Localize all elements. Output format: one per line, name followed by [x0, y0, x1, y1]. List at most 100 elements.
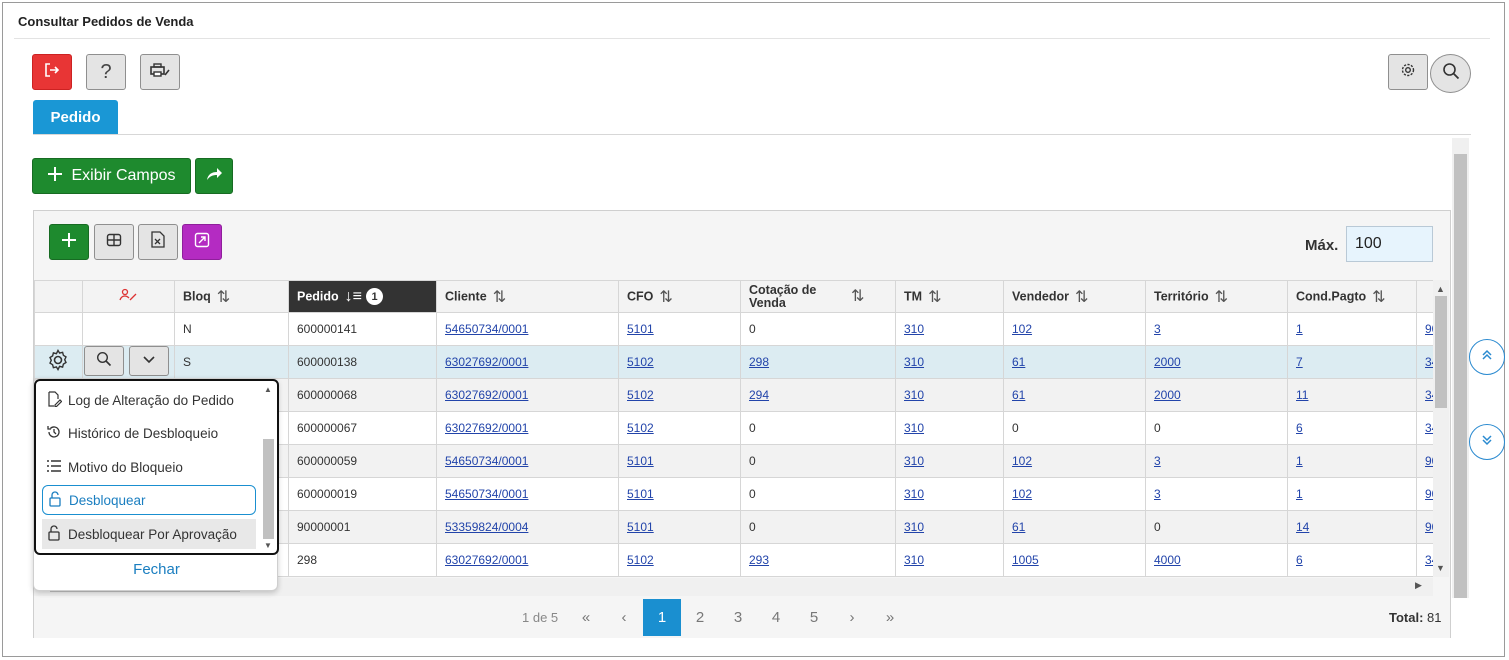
- col-vendedor-header[interactable]: Vendedor ⇅: [1003, 280, 1146, 313]
- columns-button[interactable]: [94, 224, 134, 260]
- vendedor-link[interactable]: 61: [1012, 520, 1025, 534]
- menu-item-historico-desbloqueio[interactable]: Histórico de Desbloqueio: [42, 418, 256, 448]
- first-page-button[interactable]: «: [567, 599, 605, 636]
- cfo-link[interactable]: 5101: [627, 454, 654, 468]
- cond-pagto-link[interactable]: 1: [1296, 322, 1303, 336]
- vendedor-link[interactable]: 102: [1012, 487, 1032, 501]
- extra-link[interactable]: 90: [1425, 487, 1433, 501]
- sort-desc-icon[interactable]: ↓≡: [345, 288, 362, 305]
- cfo-link[interactable]: 5102: [627, 421, 654, 435]
- col-cliente-header[interactable]: Cliente ⇅: [436, 280, 619, 313]
- vendedor-link[interactable]: 102: [1012, 322, 1032, 336]
- share-button[interactable]: [195, 158, 233, 194]
- tab-pedido[interactable]: Pedido: [33, 100, 118, 134]
- territorio-link[interactable]: 3: [1154, 454, 1161, 468]
- menu-scrollbar[interactable]: ▲ ▼: [261, 383, 276, 553]
- vendedor-link[interactable]: 61: [1012, 388, 1025, 402]
- extra-link[interactable]: 34: [1425, 421, 1433, 435]
- add-row-button[interactable]: [49, 224, 89, 260]
- cfo-link[interactable]: 5101: [627, 322, 654, 336]
- sort-icon[interactable]: ⇅: [659, 289, 672, 306]
- territorio-link[interactable]: 4000: [1154, 553, 1181, 567]
- next-page-button[interactable]: ›: [833, 599, 871, 636]
- extra-link[interactable]: 34: [1425, 388, 1433, 402]
- help-button[interactable]: ?: [86, 54, 126, 90]
- page-5-button[interactable]: 5: [795, 599, 833, 636]
- expand-button[interactable]: [182, 224, 222, 260]
- scroll-up-button[interactable]: [1469, 339, 1505, 375]
- cliente-link[interactable]: 54650734/0001: [445, 454, 528, 468]
- tm-link[interactable]: 310: [904, 520, 924, 534]
- extra-link[interactable]: 34: [1425, 355, 1433, 369]
- menu-item-desbloquear[interactable]: Desbloquear: [42, 485, 256, 515]
- cond-pagto-link[interactable]: 7: [1296, 355, 1303, 369]
- cfo-link[interactable]: 5102: [627, 355, 654, 369]
- menu-item-log-alteracao[interactable]: Log de Alteração do Pedido: [42, 385, 256, 415]
- extra-link[interactable]: 90: [1425, 520, 1433, 534]
- page-1-button[interactable]: 1: [643, 599, 681, 636]
- cotacao-link[interactable]: 298: [749, 355, 769, 369]
- page-scrollbar[interactable]: [1452, 138, 1469, 598]
- table-row-selected[interactable]: S 600000138 63027692/0001 5102 298 310 61…: [34, 345, 1433, 379]
- menu-item-motivo-bloqueio[interactable]: Motivo do Bloqueio: [42, 452, 256, 482]
- territorio-link[interactable]: 3: [1154, 322, 1161, 336]
- col-cfo-header[interactable]: CFO ⇅: [618, 280, 741, 313]
- cliente-link[interactable]: 63027692/0001: [445, 553, 528, 567]
- tm-link[interactable]: 310: [904, 421, 924, 435]
- row-settings-button[interactable]: [38, 347, 78, 377]
- col-pedido-header[interactable]: Pedido ↓≡ 1: [288, 280, 437, 313]
- cond-pagto-link[interactable]: 1: [1296, 454, 1303, 468]
- cond-pagto-link[interactable]: 14: [1296, 520, 1309, 534]
- tm-link[interactable]: 310: [904, 454, 924, 468]
- last-page-button[interactable]: »: [871, 599, 909, 636]
- tm-link[interactable]: 310: [904, 355, 924, 369]
- cliente-link[interactable]: 54650734/0001: [445, 487, 528, 501]
- col-territorio-header[interactable]: Território ⇅: [1145, 280, 1288, 313]
- exibir-campos-button[interactable]: Exibir Campos: [32, 158, 191, 194]
- cfo-link[interactable]: 5101: [627, 487, 654, 501]
- cotacao-link[interactable]: 294: [749, 388, 769, 402]
- row-view-button[interactable]: [84, 346, 124, 376]
- sort-icon[interactable]: ⇅: [1075, 289, 1088, 306]
- sort-icon[interactable]: ⇅: [1372, 289, 1385, 306]
- grid-scrollbar[interactable]: ▲ ▼: [1433, 280, 1449, 577]
- table-row[interactable]: N 600000141 54650734/0001 5101 0 310 102 …: [34, 312, 1433, 346]
- tm-link[interactable]: 310: [904, 322, 924, 336]
- cliente-link[interactable]: 63027692/0001: [445, 388, 528, 402]
- cond-pagto-link[interactable]: 1: [1296, 487, 1303, 501]
- territorio-link[interactable]: 2000: [1154, 355, 1181, 369]
- settings-button[interactable]: [1388, 54, 1428, 90]
- cfo-link[interactable]: 5102: [627, 553, 654, 567]
- close-menu-button[interactable]: Fechar: [34, 561, 279, 578]
- search-button[interactable]: [1430, 54, 1471, 93]
- col-cond-pagto-header[interactable]: Cond.Pagto ⇅: [1287, 280, 1417, 313]
- sort-icon[interactable]: ⇅: [493, 289, 506, 306]
- extra-link[interactable]: 90: [1425, 322, 1433, 336]
- col-cotacao-header[interactable]: Cotação de Venda ⇅: [740, 280, 896, 313]
- page-4-button[interactable]: 4: [757, 599, 795, 636]
- cliente-link[interactable]: 63027692/0001: [445, 355, 528, 369]
- extra-link[interactable]: 90: [1425, 454, 1433, 468]
- vendedor-link[interactable]: 1005: [1012, 553, 1039, 567]
- export-excel-button[interactable]: [138, 224, 178, 260]
- print-button[interactable]: [140, 54, 180, 90]
- max-input[interactable]: [1346, 226, 1433, 262]
- scroll-down-button[interactable]: [1469, 424, 1505, 460]
- cliente-link[interactable]: 54650734/0001: [445, 322, 528, 336]
- sort-icon[interactable]: ⇅: [217, 289, 230, 306]
- col-tm-header[interactable]: TM ⇅: [895, 280, 1004, 313]
- menu-item-desbloquear-aprovacao[interactable]: Desbloquear Por Aprovação: [42, 519, 256, 549]
- vendedor-link[interactable]: 61: [1012, 355, 1025, 369]
- sort-icon[interactable]: ⇅: [928, 289, 941, 306]
- col-bloq-header[interactable]: Bloq ⇅: [174, 280, 289, 313]
- vendedor-link[interactable]: 102: [1012, 454, 1032, 468]
- cliente-link[interactable]: 53359824/0004: [445, 520, 528, 534]
- cond-pagto-link[interactable]: 6: [1296, 421, 1303, 435]
- cond-pagto-link[interactable]: 6: [1296, 553, 1303, 567]
- prev-page-button[interactable]: ‹: [605, 599, 643, 636]
- cfo-link[interactable]: 5101: [627, 520, 654, 534]
- cliente-link[interactable]: 63027692/0001: [445, 421, 528, 435]
- territorio-link[interactable]: 2000: [1154, 388, 1181, 402]
- cond-pagto-link[interactable]: 11: [1296, 388, 1308, 402]
- sort-icon[interactable]: ⇅: [1215, 289, 1228, 306]
